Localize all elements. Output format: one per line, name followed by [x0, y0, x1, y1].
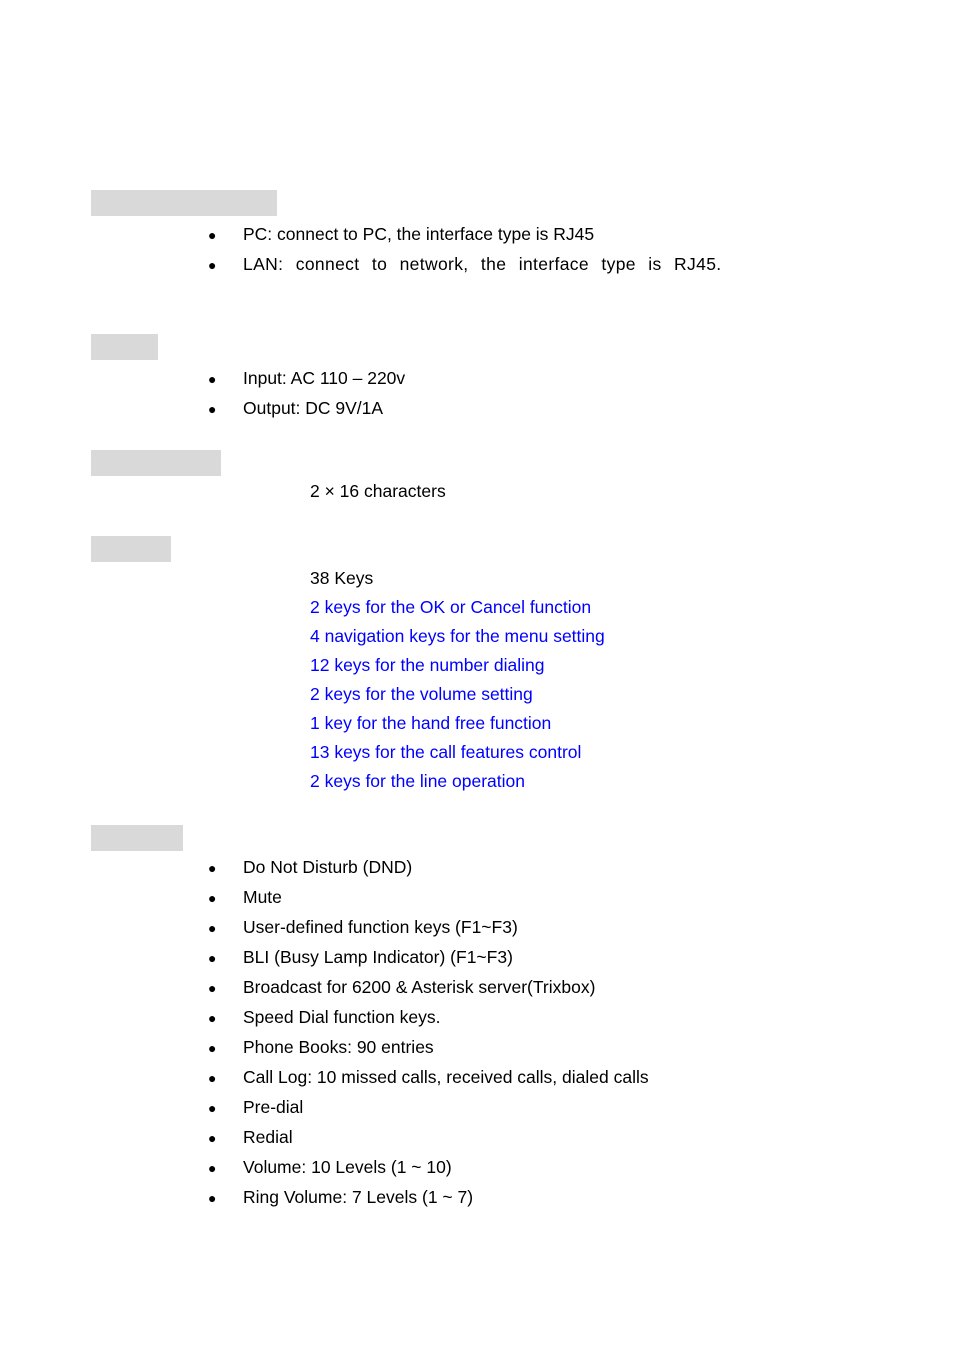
keypad-line-navigation: 4 navigation keys for the menu setting	[310, 626, 605, 646]
list-item: ● Pre-dial	[208, 1093, 948, 1123]
list-item-label: LAN: connect to network, the interface t…	[243, 254, 722, 274]
bullet-icon: ●	[208, 980, 217, 996]
keypad-line-volume: 2 keys for the volume setting	[310, 684, 533, 704]
section-header-keypad	[91, 536, 171, 562]
list-item: ● Input: AC 110 – 220v	[208, 364, 908, 394]
list-item-label: Pre-dial	[243, 1097, 304, 1117]
list-item-label: PC: connect to PC, the interface type is…	[243, 224, 595, 244]
list-item-label: Input: AC 110 – 220v	[243, 368, 406, 388]
keypad-line-number-dialing: 12 keys for the number dialing	[310, 655, 545, 675]
list-item: ● Broadcast for 6200 & Asterisk server(T…	[208, 973, 948, 1003]
bullet-icon: ●	[208, 1010, 217, 1026]
list-item-label: Mute	[243, 887, 282, 907]
list-item-label: Broadcast for 6200 & Asterisk server(Tri…	[243, 977, 596, 997]
bullet-icon: ●	[208, 1190, 217, 1206]
bullet-icon: ●	[208, 1130, 217, 1146]
section-header-features	[91, 825, 183, 851]
list-item: ● Phone Books: 90 entries	[208, 1033, 948, 1063]
bullet-icon: ●	[208, 371, 217, 387]
keypad-line-hand-free: 1 key for the hand free function	[310, 713, 552, 733]
interface-bullet-list: ● PC: connect to PC, the interface type …	[208, 220, 908, 280]
list-item-label: Speed Dial function keys.	[243, 1007, 441, 1027]
keypad-total-keys: 38 Keys	[310, 568, 374, 588]
list-item: ● PC: connect to PC, the interface type …	[208, 220, 908, 250]
bullet-icon: ●	[208, 890, 217, 906]
list-item-label: Phone Books: 90 entries	[243, 1037, 434, 1057]
keypad-spec-list: 38 Keys 2 keys for the OK or Cancel func…	[310, 564, 605, 796]
display-spec-line: 2 × 16 characters	[310, 481, 446, 501]
keypad-line-ok-cancel: 2 keys for the OK or Cancel function	[310, 597, 592, 617]
bullet-icon: ●	[208, 950, 217, 966]
bullet-icon: ●	[208, 920, 217, 936]
list-item-label: User-defined function keys (F1~F3)	[243, 917, 518, 937]
list-item: ● Redial	[208, 1123, 948, 1153]
list-item-label: Redial	[243, 1127, 293, 1147]
list-item: ● Call Log: 10 missed calls, received ca…	[208, 1063, 948, 1093]
features-bullet-list: ● Do Not Disturb (DND) ● Mute ● User-def…	[208, 853, 948, 1213]
bullet-icon: ●	[208, 1040, 217, 1056]
list-item: ● Volume: 10 Levels (1 ~ 10)	[208, 1153, 948, 1183]
list-item-label: Volume: 10 Levels (1 ~ 10)	[243, 1157, 452, 1177]
list-item-label: Ring Volume: 7 Levels (1 ~ 7)	[243, 1187, 474, 1207]
list-item: ● Do Not Disturb (DND)	[208, 853, 948, 883]
list-item: ● User-defined function keys (F1~F3)	[208, 913, 948, 943]
list-item: ● LAN: connect to network, the interface…	[208, 250, 908, 280]
bullet-icon: ●	[208, 1070, 217, 1086]
bullet-icon: ●	[208, 1100, 217, 1116]
list-item: ● BLI (Busy Lamp Indicator) (F1~F3)	[208, 943, 948, 973]
section-header-power	[91, 334, 158, 360]
keypad-line-call-features: 13 keys for the call features control	[310, 742, 582, 762]
list-item: ● Speed Dial function keys.	[208, 1003, 948, 1033]
bullet-icon: ●	[208, 1160, 217, 1176]
list-item: ● Ring Volume: 7 Levels (1 ~ 7)	[208, 1183, 948, 1213]
document-page: ● PC: connect to PC, the interface type …	[0, 0, 954, 1350]
section-header-interface	[91, 190, 277, 216]
bullet-icon: ●	[208, 227, 217, 243]
bullet-icon: ●	[208, 401, 217, 417]
list-item: ● Mute	[208, 883, 948, 913]
keypad-line-line-operation: 2 keys for the line operation	[310, 771, 525, 791]
power-bullet-list: ● Input: AC 110 – 220v ● Output: DC 9V/1…	[208, 364, 908, 424]
bullet-icon: ●	[208, 257, 217, 273]
bullet-icon: ●	[208, 860, 217, 876]
section-header-display	[91, 450, 221, 476]
list-item-label: Call Log: 10 missed calls, received call…	[243, 1067, 649, 1087]
list-item-label: Output: DC 9V/1A	[243, 398, 384, 418]
list-item: ● Output: DC 9V/1A	[208, 394, 908, 424]
list-item-label: BLI (Busy Lamp Indicator) (F1~F3)	[243, 947, 513, 967]
list-item-label: Do Not Disturb (DND)	[243, 857, 413, 877]
